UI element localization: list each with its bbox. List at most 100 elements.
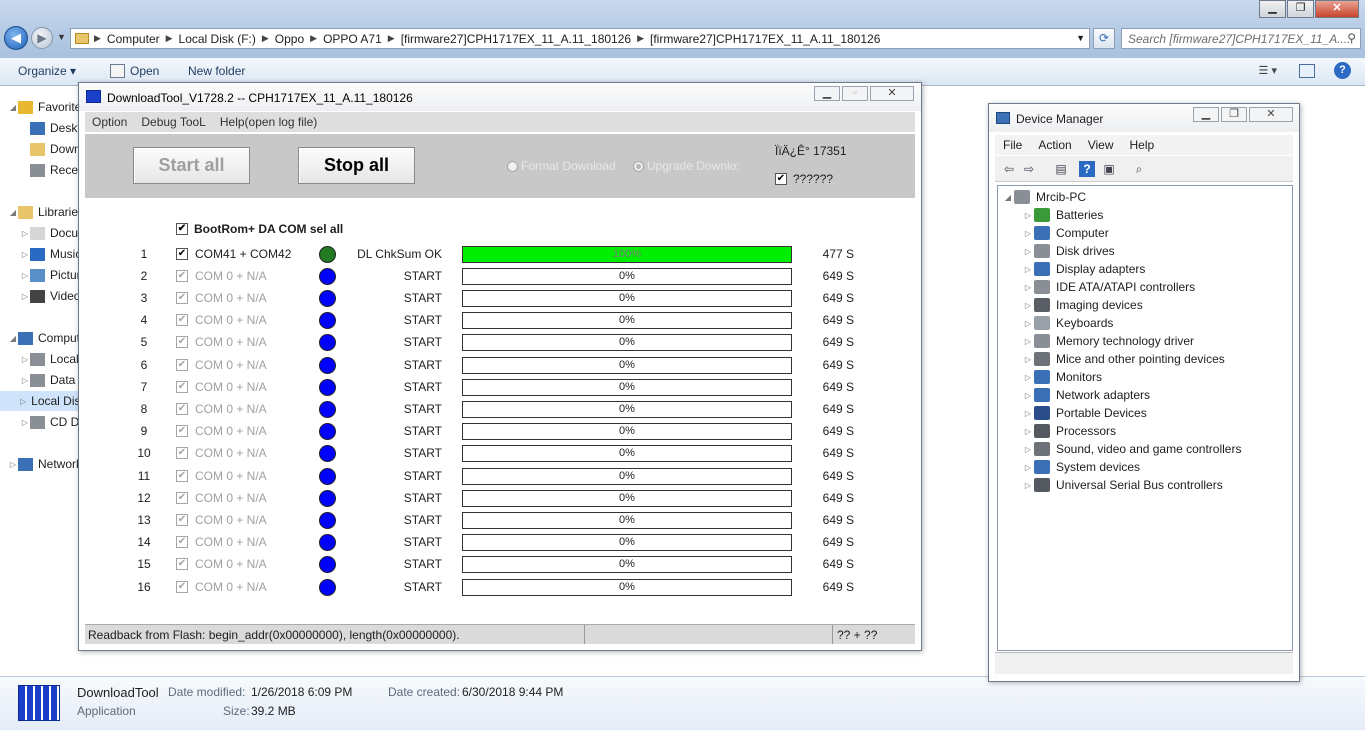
expand-arrow-icon[interactable]: ▷ — [20, 355, 30, 364]
address-bar[interactable]: ▶ Computer ▶ Local Disk (F:) ▶ Oppo ▶ OPPO A71 ▶… — [70, 28, 1090, 49]
address-dropdown-icon[interactable]: ▼ — [1076, 33, 1085, 43]
menu-help[interactable]: Help — [1122, 135, 1163, 155]
menu-option[interactable]: Option — [85, 112, 134, 132]
minimize-button[interactable]: ▁ — [814, 86, 840, 101]
preview-pane-icon[interactable] — [1299, 64, 1315, 78]
nav-item[interactable]: ◢ Favorites — [8, 97, 80, 117]
nav-item[interactable]: ◢ Libraries — [8, 202, 80, 222]
port-checkbox[interactable]: ✔ — [176, 270, 188, 282]
port-checkbox[interactable]: ✔ — [176, 359, 188, 371]
menu-help[interactable]: Help(open log file) — [213, 112, 324, 132]
device-category[interactable]: ▷ Imaging devices — [1022, 296, 1143, 314]
expand-arrow-icon[interactable]: ▷ — [20, 229, 30, 238]
device-category[interactable]: ▷ Universal Serial Bus controllers — [1022, 476, 1223, 494]
expand-arrow-icon[interactable]: ◢ — [8, 208, 18, 217]
maximize-button[interactable]: ▫ — [842, 86, 868, 101]
nav-item[interactable]: ▷ Data (E:) — [20, 370, 80, 390]
details-icon[interactable]: ▣ — [1101, 161, 1117, 177]
breadcrumb[interactable]: Oppo — [271, 32, 308, 46]
device-category[interactable]: ▷ Computer — [1022, 224, 1109, 242]
expand-arrow-icon[interactable]: ▷ — [1022, 319, 1034, 328]
nav-item[interactable]: ◢ Computer — [8, 328, 80, 348]
port-checkbox[interactable]: ✔ — [176, 514, 188, 526]
menu-file[interactable]: File — [995, 135, 1030, 155]
device-category[interactable]: ▷ System devices — [1022, 458, 1140, 476]
port-checkbox[interactable]: ✔ — [176, 381, 188, 393]
checkbox[interactable]: ✔ — [775, 173, 787, 185]
expand-arrow-icon[interactable]: ▷ — [1022, 229, 1034, 238]
port-checkbox[interactable]: ✔ — [176, 314, 188, 326]
expand-arrow-icon[interactable]: ▷ — [20, 271, 30, 280]
help-icon[interactable]: ? — [1079, 161, 1095, 177]
back-icon[interactable]: ⇦ — [1001, 161, 1017, 177]
scan-hardware-icon[interactable]: ⌕ — [1131, 161, 1147, 177]
nav-item[interactable]: ▷ Documents — [20, 223, 80, 243]
breadcrumb-separator-icon[interactable]: ▶ — [92, 33, 103, 44]
device-category[interactable]: ▷ Batteries — [1022, 206, 1103, 224]
expand-arrow-icon[interactable]: ▷ — [1022, 373, 1034, 382]
expand-arrow-icon[interactable]: ▷ — [1022, 355, 1034, 364]
checkbox[interactable]: ✔ — [176, 223, 188, 235]
expand-arrow-icon[interactable]: ▷ — [1022, 427, 1034, 436]
device-category[interactable]: ▷ Monitors — [1022, 368, 1102, 386]
maximize-button[interactable]: ❐ — [1287, 0, 1314, 18]
device-category[interactable]: ▷ Mice and other pointing devices — [1022, 350, 1225, 368]
minimize-button[interactable]: ▁ — [1259, 0, 1286, 18]
new-folder-button[interactable]: New folder — [188, 64, 245, 78]
port-checkbox[interactable]: ✔ — [176, 470, 188, 482]
expand-arrow-icon[interactable]: ▷ — [1022, 463, 1034, 472]
expand-arrow-icon[interactable]: ▷ — [1022, 265, 1034, 274]
breadcrumb[interactable]: Local Disk (F:) — [175, 32, 260, 46]
expand-arrow-icon[interactable]: ▷ — [1022, 211, 1034, 220]
nav-item[interactable]: ▷ Music — [20, 244, 80, 264]
upgrade-download-radio[interactable]: Upgrade Downlo: — [633, 159, 740, 173]
device-category[interactable]: ▷ Memory technology driver — [1022, 332, 1194, 350]
close-button[interactable]: ✕ — [1249, 107, 1293, 122]
search-input[interactable]: Search [firmware27]CPH1717EX_11_A.... ⚲ — [1121, 28, 1361, 49]
device-category[interactable]: ▷ Network adapters — [1022, 386, 1150, 404]
refresh-icon[interactable]: ⟳ — [1093, 28, 1115, 49]
breadcrumb-separator-icon[interactable]: ▶ — [164, 33, 175, 44]
breadcrumb[interactable]: [firmware27]CPH1717EX_11_A.11_180126 — [646, 32, 884, 46]
expand-arrow-icon[interactable]: ▷ — [1022, 301, 1034, 310]
port-checkbox[interactable]: ✔ — [176, 581, 188, 593]
nav-item[interactable]: ▷ Pictures — [20, 265, 80, 285]
breadcrumb[interactable]: Computer — [103, 32, 164, 46]
expand-arrow-icon[interactable]: ▷ — [1022, 409, 1034, 418]
nav-item[interactable]: Desktop — [20, 118, 80, 138]
help-icon[interactable]: ? — [1334, 62, 1351, 79]
nav-item[interactable]: ▷ CD Drive — [20, 412, 80, 432]
port-checkbox[interactable]: ✔ — [176, 558, 188, 570]
collapse-arrow-icon[interactable]: ◢ — [1002, 193, 1014, 202]
expand-arrow-icon[interactable]: ▷ — [8, 460, 18, 469]
tree-root[interactable]: ◢ Mrcib-PC — [1002, 188, 1086, 206]
breadcrumb-separator-icon[interactable]: ▶ — [635, 33, 646, 44]
device-category[interactable]: ▷ Portable Devices — [1022, 404, 1147, 422]
expand-arrow-icon[interactable]: ▷ — [1022, 247, 1034, 256]
device-category[interactable]: ▷ Keyboards — [1022, 314, 1113, 332]
nav-item[interactable]: Downloads — [20, 139, 80, 159]
forward-icon[interactable]: ⇨ — [1021, 161, 1037, 177]
port-checkbox[interactable]: ✔ — [176, 536, 188, 548]
expand-arrow-icon[interactable]: ▷ — [1022, 391, 1034, 400]
device-category[interactable]: ▷ Processors — [1022, 422, 1116, 440]
breadcrumb-separator-icon[interactable]: ▶ — [308, 33, 319, 44]
expand-arrow-icon[interactable]: ▷ — [1022, 337, 1034, 346]
nav-item[interactable]: ▷ Network — [8, 454, 80, 474]
nav-item[interactable]: ▷ Videos — [20, 286, 80, 306]
change-view-icon[interactable]: ☰ ▾ — [1259, 64, 1277, 77]
expand-arrow-icon[interactable]: ▷ — [1022, 283, 1034, 292]
expand-arrow-icon[interactable]: ▷ — [20, 397, 26, 406]
nav-item[interactable]: ▷ Local Disk (C:) — [20, 349, 80, 369]
recent-pages-dropdown-icon[interactable]: ▼ — [57, 32, 66, 42]
port-checkbox[interactable]: ✔ — [176, 447, 188, 459]
breadcrumb-separator-icon[interactable]: ▶ — [386, 33, 397, 44]
nav-item[interactable]: Recent Places — [20, 160, 80, 180]
device-category[interactable]: ▷ Display adapters — [1022, 260, 1145, 278]
expand-arrow-icon[interactable]: ▷ — [20, 376, 30, 385]
format-download-radio[interactable]: Format Download — [507, 159, 616, 173]
menu-action[interactable]: Action — [1030, 135, 1079, 155]
select-all-checkbox[interactable]: ✔ BootRom+ DA COM sel all — [176, 222, 343, 236]
search-icon[interactable]: ⚲ — [1347, 31, 1356, 45]
expand-arrow-icon[interactable]: ▷ — [20, 418, 30, 427]
